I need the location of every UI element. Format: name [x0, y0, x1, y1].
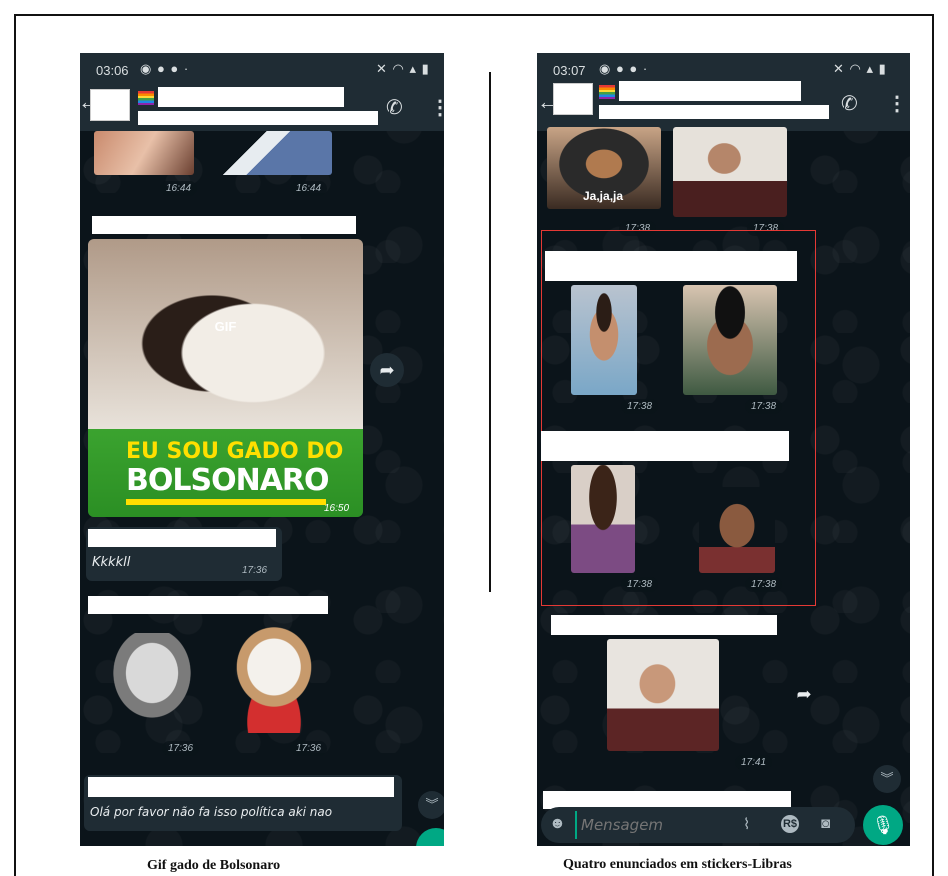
message-bubble: Olá por favor não fa isso política aki n… [84, 775, 402, 831]
message-time: 17:41 [735, 755, 773, 770]
emoji-icon[interactable]: ☻ [549, 815, 566, 833]
message-time: 17:36 [290, 741, 328, 756]
redacted-members [138, 111, 378, 125]
gif-cow-image [88, 239, 363, 429]
redacted-sender [545, 251, 797, 281]
redacted-contact-name [158, 87, 344, 107]
message-bubble: Kkkkll 17:36 [86, 527, 282, 581]
redacted-sender [541, 431, 789, 461]
microphone-icon[interactable]: 🎙 [863, 805, 903, 845]
figure-divider [489, 72, 491, 592]
redacted-contact-name [619, 81, 801, 101]
libras-sticker[interactable] [571, 465, 635, 573]
message-time: 17:38 [745, 577, 783, 592]
libras-sticker[interactable] [683, 285, 777, 395]
chat-header: 03:07 ◉ ● ● · ✕ ◠ ▴ ▮ ← ✆ ⋮ [537, 53, 910, 131]
figure-caption-right: Quatro enunciados em stickers-Libras [563, 857, 792, 872]
message-time: 17:36 [242, 565, 268, 576]
status-time: 03:07 [553, 63, 586, 78]
sticker-image[interactable]: Ja,ja,ja [547, 127, 661, 209]
redacted-members [599, 105, 829, 119]
scroll-down-icon[interactable]: ︾ [418, 791, 444, 819]
gif-badge: GIF [214, 319, 237, 334]
status-icons: ◉ ● ● · [140, 61, 190, 76]
right-phone-screen: 03:07 ◉ ● ● · ✕ ◠ ▴ ▮ ← ✆ ⋮ Ja,ja,ja 17:… [537, 53, 910, 846]
banner-text: EU SOU GADO DO [126, 439, 344, 464]
sticker-raccoon-image[interactable] [100, 633, 204, 733]
figure-caption-left: Gif gado de Bolsonaro [147, 858, 281, 873]
menu-icon[interactable]: ⋮ [887, 91, 907, 116]
signal-icons: ✕ ◠ ▴ ▮ [833, 61, 887, 76]
forward-icon[interactable]: ➦ [787, 677, 821, 711]
libras-sticker[interactable] [699, 487, 775, 573]
libras-sticker[interactable] [571, 285, 637, 395]
add-call-icon[interactable]: ✆ [386, 95, 403, 120]
left-phone-screen: 03:06 ◉ ● ● · ✕ ◠ ▴ ▮ ← ✆ ⋮ 16:44 16:44 … [80, 53, 444, 846]
rainbow-flag-icon [138, 91, 154, 105]
message-input-bar: ☻ ⌇ R$ ◙ [541, 807, 855, 843]
sticker-caption: Ja,ja,ja [583, 189, 624, 203]
scroll-down-icon[interactable]: ︾ [873, 765, 901, 793]
message-time: 17:38 [621, 399, 659, 414]
sticker-image[interactable] [607, 639, 719, 751]
forward-icon[interactable]: ➦ [370, 353, 404, 387]
banner-text: BOLSONARO [126, 463, 330, 498]
status-icons: ◉ ● ● · [599, 61, 649, 76]
message-time: 17:36 [162, 741, 200, 756]
message-time: 17:38 [745, 399, 783, 414]
sticker-cat-image[interactable] [212, 623, 336, 733]
redacted-sender [551, 615, 777, 635]
message-time: 16:44 [160, 181, 198, 196]
avatar[interactable] [90, 89, 130, 121]
redacted-sender [88, 596, 328, 614]
redacted-sender [88, 777, 394, 797]
paperclip-icon[interactable]: ⌇ [743, 815, 750, 833]
message-time: 16:50 [324, 503, 350, 514]
add-call-icon[interactable]: ✆ [841, 91, 858, 116]
avatar[interactable] [553, 83, 593, 115]
status-time: 03:06 [96, 63, 129, 78]
message-text: Olá por favor não fa isso política aki n… [90, 805, 333, 819]
sticker-image[interactable] [673, 127, 787, 217]
camera-icon[interactable]: ◙ [821, 815, 830, 832]
rainbow-flag-icon [599, 85, 615, 99]
signal-icons: ✕ ◠ ▴ ▮ [376, 61, 430, 76]
gif-message[interactable]: GIF EU SOU GADO DO BOLSONARO 16:50 [88, 239, 363, 517]
rs-payment-icon[interactable]: R$ [781, 815, 799, 833]
sticker-image[interactable] [94, 131, 194, 175]
message-time: 17:38 [621, 577, 659, 592]
menu-icon[interactable]: ⋮ [430, 95, 444, 120]
redacted-sender [88, 529, 276, 547]
message-input[interactable] [575, 811, 735, 839]
message-text: Kkkkll [92, 555, 131, 570]
sticker-image[interactable] [220, 131, 332, 175]
message-time: 16:44 [290, 181, 328, 196]
redacted-sender [92, 216, 356, 234]
chat-header: 03:06 ◉ ● ● · ✕ ◠ ▴ ▮ ← ✆ ⋮ [80, 53, 444, 131]
banner-stripe [126, 499, 326, 505]
mic-button[interactable] [416, 828, 444, 846]
